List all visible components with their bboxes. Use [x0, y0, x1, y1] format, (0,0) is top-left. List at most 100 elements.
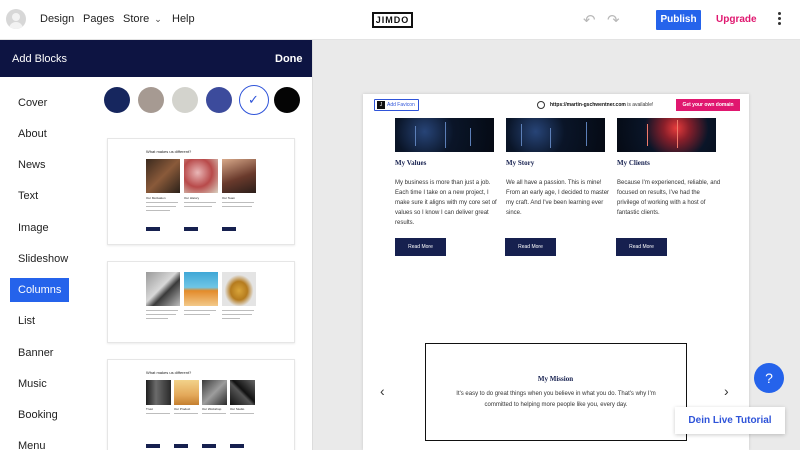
add-favicon-button[interactable]: J Add Favicon — [374, 99, 419, 111]
thumb-text-line — [230, 413, 254, 414]
publish-button[interactable]: Publish — [656, 10, 701, 30]
thumb-caption: Trust — [146, 407, 153, 411]
category-about[interactable]: About — [10, 122, 55, 146]
fireworks-image — [617, 118, 716, 152]
read-more-button[interactable]: Read More — [616, 238, 667, 256]
live-tutorial-button[interactable]: Dein Live Tutorial — [675, 407, 785, 434]
chevron-down-icon: ⌄ — [154, 14, 162, 24]
read-more-button[interactable]: Read More — [505, 238, 556, 256]
category-list[interactable]: List — [10, 309, 43, 333]
nav-pages[interactable]: Pages — [83, 13, 114, 25]
thumb-read-more-button — [146, 227, 160, 231]
user-avatar[interactable] — [6, 9, 26, 29]
category-text[interactable]: Text — [10, 184, 46, 208]
more-options-icon[interactable] — [776, 12, 782, 28]
thumb-text-line — [174, 413, 198, 414]
color-swatch-blue[interactable] — [206, 87, 232, 113]
thumb-image — [222, 159, 256, 193]
fireworks-image — [506, 118, 605, 152]
thumb-text-line — [222, 314, 252, 315]
thumb-text-line — [184, 202, 216, 203]
category-image[interactable]: Image — [10, 216, 57, 240]
thumb-text-line — [146, 318, 168, 319]
color-swatch-black[interactable] — [274, 87, 300, 113]
thumb-read-more-button — [230, 444, 244, 448]
thumb-image — [146, 272, 180, 306]
thumb-text-line — [146, 413, 170, 414]
panel-title: Add Blocks — [12, 53, 68, 65]
thumb-caption: Our Workshop — [202, 407, 222, 411]
columns-layout-thumbnail-1[interactable]: What makes us different? Our Motivation … — [107, 138, 295, 245]
category-menu[interactable]: Menu — [10, 434, 54, 450]
thumb-read-more-button — [146, 444, 160, 448]
columns-layout-thumbnail-3[interactable]: What makes us different? Trust Our Produ… — [107, 359, 295, 450]
upgrade-button[interactable]: Upgrade — [716, 14, 757, 25]
thumb-text-line — [146, 314, 176, 315]
column-title: My Story — [506, 159, 535, 167]
thumb-text-line — [184, 314, 210, 315]
jimdo-logo[interactable]: JIMDO — [372, 12, 413, 28]
thumb-text-line — [222, 318, 240, 319]
thumb-read-more-button — [222, 227, 236, 231]
globe-icon — [537, 101, 545, 109]
thumb-read-more-button — [184, 227, 198, 231]
top-bar: Design Pages Store ⌄ Help JIMDO ↶ ↷ Publi… — [0, 0, 800, 40]
undo-icon[interactable]: ↶ — [583, 11, 596, 29]
read-more-button[interactable]: Read More — [395, 238, 446, 256]
get-domain-button[interactable]: Get your own domain — [676, 99, 740, 111]
category-booking[interactable]: Booking — [10, 403, 66, 427]
thumb-text-line — [146, 206, 176, 207]
thumb-text-line — [222, 202, 254, 203]
thumb-title: What makes us different? — [146, 370, 192, 375]
thumb-read-more-button — [202, 444, 216, 448]
color-swatch-light-gray[interactable] — [172, 87, 198, 113]
column-text: We all have a passion. This is mine! Fro… — [506, 180, 610, 216]
columns-layout-thumbnail-2[interactable] — [107, 261, 295, 343]
help-button[interactable]: ? — [754, 363, 784, 393]
nav-store[interactable]: Store ⌄ — [123, 13, 162, 25]
thumb-caption: Our Product — [174, 407, 191, 411]
thumb-caption: Our Studio — [230, 407, 245, 411]
thumb-image — [202, 380, 227, 405]
thumb-text-line — [222, 310, 254, 311]
domain-availability: https://martin-gschwentner.com is availa… — [550, 102, 653, 108]
color-swatch-navy[interactable] — [104, 87, 130, 113]
category-columns[interactable]: Columns — [10, 278, 70, 302]
thumb-text-line — [146, 210, 170, 211]
column-title: My Values — [395, 159, 427, 167]
website-preview: J Add Favicon https://martin-gschwentner… — [363, 94, 749, 450]
mission-text: It's easy to do great things when you be… — [456, 391, 656, 408]
thumb-caption: Our Team — [222, 196, 236, 200]
category-news[interactable]: News — [10, 153, 54, 177]
done-button[interactable]: Done — [275, 53, 303, 65]
color-swatch-white-selected[interactable]: ✓ — [239, 85, 269, 115]
thumb-text-line — [146, 202, 178, 203]
color-swatch-taupe[interactable] — [138, 87, 164, 113]
domain-url: https://martin-gschwentner.com — [550, 102, 626, 108]
column-title: My Clients — [617, 159, 650, 167]
column-text: Because I'm experienced, reliable, and f… — [617, 180, 721, 216]
nav-help[interactable]: Help — [172, 13, 195, 25]
column-text: My business is more than just a job. Eac… — [395, 180, 497, 226]
thumb-caption: Our History — [184, 196, 200, 200]
thumb-image — [184, 159, 218, 193]
mission-title: My Mission — [537, 375, 574, 383]
jimdo-favicon-icon: J — [377, 101, 385, 109]
category-slideshow[interactable]: Slideshow — [10, 247, 76, 271]
thumb-image — [184, 272, 218, 306]
thumb-image — [146, 380, 171, 405]
slider-prev-icon[interactable]: ‹ — [380, 383, 385, 399]
category-music[interactable]: Music — [10, 372, 55, 396]
thumb-title: What makes us different? — [146, 149, 192, 154]
nav-design[interactable]: Design — [40, 13, 74, 25]
checkmark-icon: ✓ — [248, 92, 259, 107]
thumb-text-line — [146, 310, 178, 311]
thumb-read-more-button — [174, 444, 188, 448]
thumb-image — [222, 272, 256, 306]
category-cover[interactable]: Cover — [10, 91, 55, 115]
category-banner[interactable]: Banner — [10, 341, 61, 365]
slider-next-icon[interactable]: › — [724, 383, 729, 399]
nav-store-label: Store — [123, 13, 150, 25]
redo-icon[interactable]: ↷ — [607, 11, 620, 29]
thumb-image — [174, 380, 199, 405]
